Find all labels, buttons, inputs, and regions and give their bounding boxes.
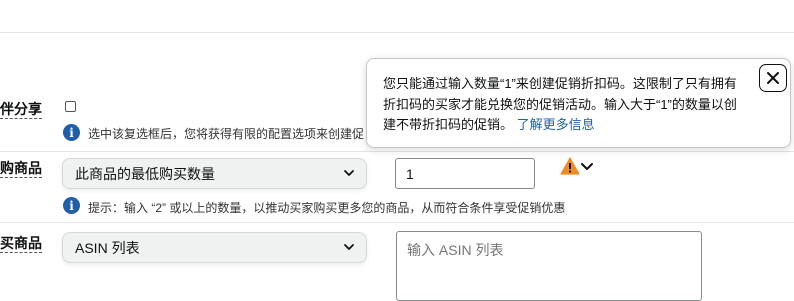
divider-2 — [0, 222, 794, 223]
asin-list-textarea[interactable] — [396, 231, 702, 301]
share-hint: 选中该复选框后，您将获得有限的配置选项来创建促 — [88, 127, 365, 141]
buy-row-label: 购商品 — [0, 160, 42, 178]
warning-icon[interactable] — [560, 157, 580, 175]
chevron-down-icon — [344, 170, 354, 176]
purchase-row-label: 买商品 — [0, 235, 42, 253]
chevron-down-icon[interactable] — [580, 160, 594, 174]
quantity-info-popover: 您只能通过输入数量“1”来创建促销折扣码。这限制了只有拥有折扣码的买家才能兑换您… — [366, 58, 791, 148]
buy-condition-select[interactable]: 此商品的最低购买数量 — [62, 158, 367, 189]
close-icon — [767, 72, 779, 84]
popover-close-button[interactable] — [759, 64, 787, 92]
share-checkbox[interactable] — [65, 101, 76, 112]
buy-condition-select-value: 此商品的最低购买数量 — [75, 165, 215, 182]
share-row-label: 伴分享 — [0, 101, 42, 119]
purchase-type-select[interactable]: ASIN 列表 — [62, 232, 367, 263]
info-icon: i — [63, 197, 80, 214]
divider-1 — [0, 151, 794, 152]
quantity-input[interactable] — [395, 158, 535, 189]
info-icon: i — [63, 124, 80, 141]
purchase-type-select-value: ASIN 列表 — [75, 239, 140, 256]
chevron-down-icon — [344, 244, 354, 250]
learn-more-link[interactable]: 了解更多信息 — [517, 117, 595, 132]
buy-hint: 提示：输入 “2” 或以上的数量，以推动买家购买更多您的商品，从而符合条件享受促… — [88, 201, 566, 215]
divider-top — [0, 32, 794, 33]
